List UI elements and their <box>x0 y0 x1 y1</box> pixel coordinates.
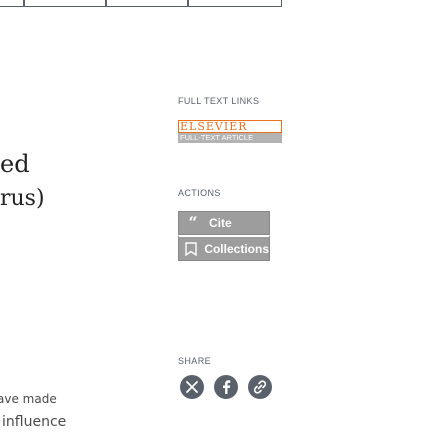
bookmark-icon <box>183 241 198 256</box>
share-heading: SHARE <box>178 356 212 366</box>
quote-icon: “ <box>188 213 198 232</box>
top-tab-strip <box>0 0 448 8</box>
permalink-icon[interactable] <box>248 375 272 399</box>
facebook-icon[interactable] <box>214 375 238 399</box>
elsevier-full-text-label: FULL-TEXT ARTICLE <box>178 133 282 143</box>
collections-button[interactable]: Collections <box>178 235 270 261</box>
article-title-fragment: ed <box>0 150 30 178</box>
top-tab[interactable] <box>188 0 282 7</box>
elsevier-logo-text: ELSEVIER <box>178 120 282 133</box>
cite-button[interactable]: “ Cite <box>178 211 270 235</box>
top-tab[interactable] <box>24 0 106 7</box>
top-tab[interactable] <box>0 0 24 7</box>
elsevier-full-text-link[interactable]: ELSEVIER FULL-TEXT ARTICLE <box>178 120 282 144</box>
abstract-text-fragment: influence <box>2 414 67 430</box>
article-title-fragment: rus) <box>0 186 45 211</box>
share-icons <box>180 375 300 399</box>
full-text-links-heading: FULL TEXT LINKS <box>178 96 260 106</box>
actions-heading: ACTIONS <box>178 188 221 198</box>
cite-button-label: Cite <box>209 216 232 230</box>
collections-button-label: Collections <box>204 241 269 256</box>
top-tab[interactable] <box>106 0 188 7</box>
twitter-x-icon[interactable] <box>180 375 204 399</box>
abstract-text-fragment: ave made <box>0 392 57 406</box>
